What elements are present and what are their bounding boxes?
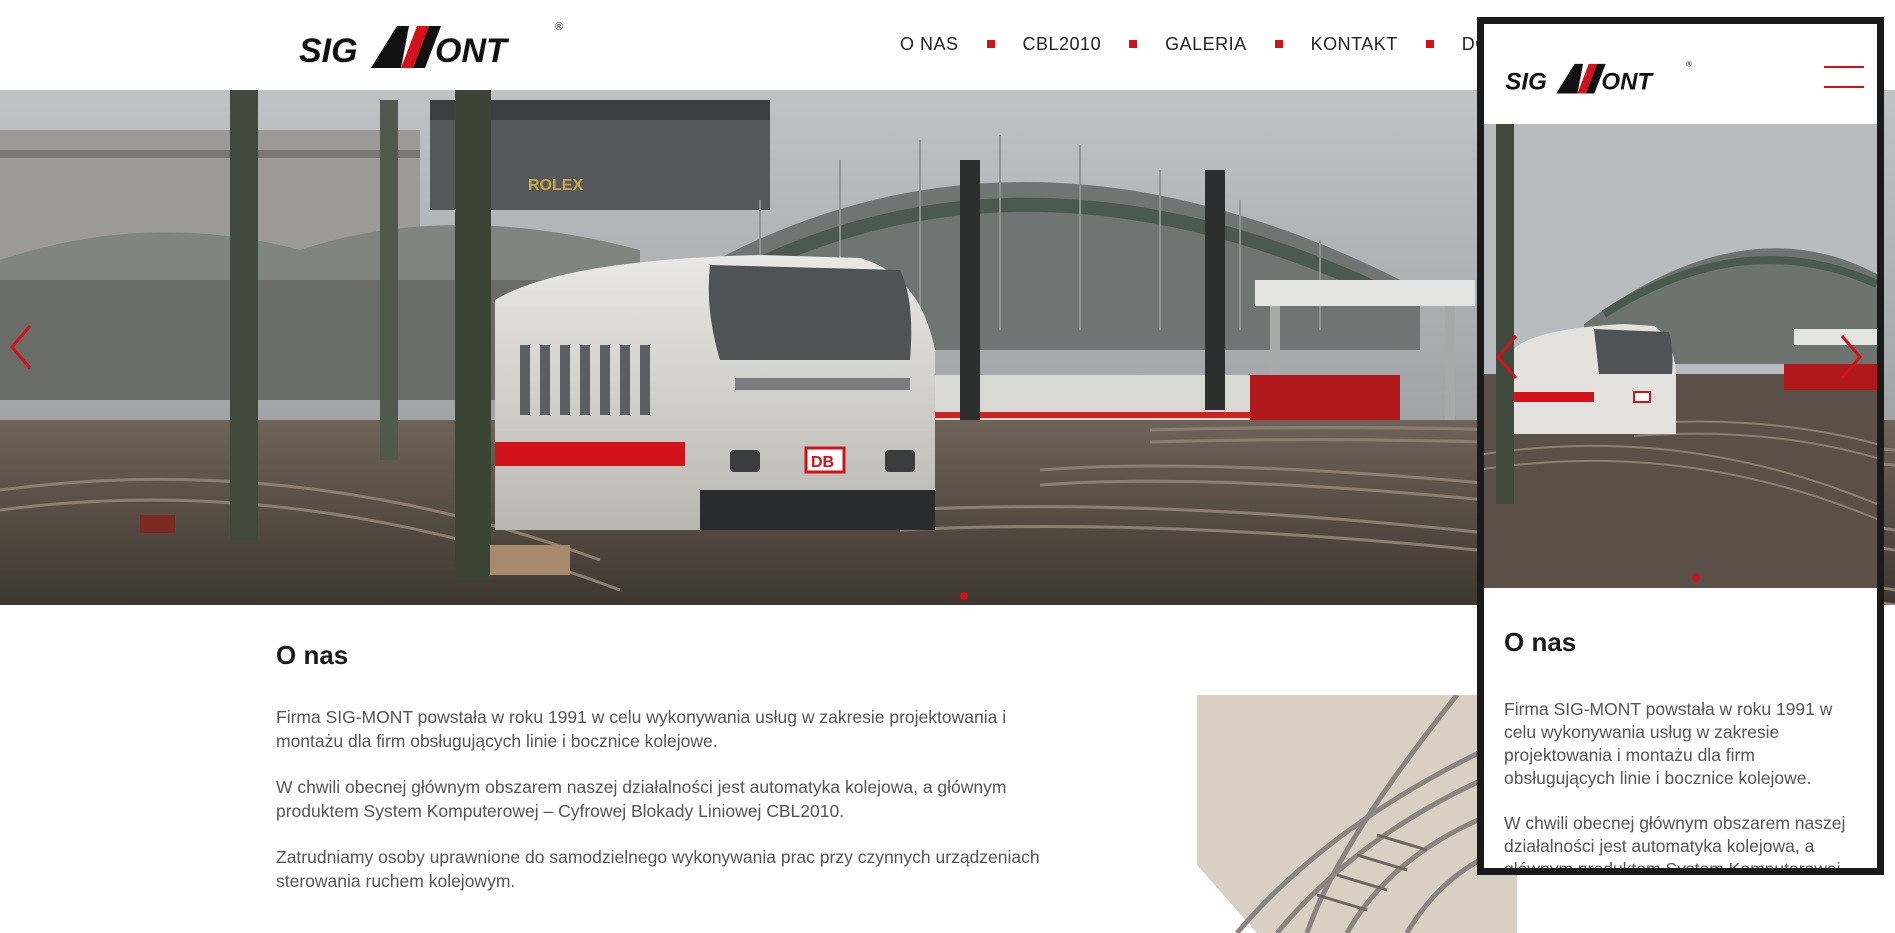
- chevron-left-icon: [10, 325, 32, 369]
- chevron-right-icon: [1840, 335, 1862, 379]
- chevron-left-icon: [1496, 335, 1518, 379]
- mobile-about-paragraph-2: W chwili obecnej głównym obszarem naszej…: [1504, 813, 1856, 875]
- about-paragraph-2: W chwili obecnej głównym obszarem naszej…: [276, 777, 1007, 821]
- nav-item-kontakt[interactable]: KONTAKT: [1311, 34, 1398, 55]
- slider-prev-button[interactable]: [6, 322, 36, 372]
- nav-item-o-nas[interactable]: O NAS: [900, 34, 959, 55]
- about-section: O nas Firma SIG-MONT powstała w roku 199…: [276, 640, 1076, 893]
- sigmont-logo[interactable]: SIG ONT ®: [297, 18, 569, 74]
- nav-item-cbl2010[interactable]: CBL2010: [1023, 34, 1102, 55]
- about-paragraph-1: Firma SIG-MONT powstała w roku 1991 w ce…: [276, 707, 1007, 751]
- rail-switch-photo: [1197, 695, 1517, 933]
- mobile-slider-next-button[interactable]: [1836, 332, 1866, 382]
- mobile-about-title: O nas: [1504, 627, 1576, 658]
- mobile-header: SIG ONT ®: [1484, 24, 1877, 124]
- mobile-about-paragraph-1: Firma SIG-MONT powstała w roku 1991 w ce…: [1504, 699, 1833, 788]
- train-station-photo-mobile: [1484, 124, 1877, 588]
- sigmont-logo-mobile[interactable]: SIG ONT ®: [1504, 58, 1696, 98]
- mobile-slider-dot-active[interactable]: [1692, 574, 1700, 582]
- mobile-about-title-text: O nas: [1504, 627, 1577, 657]
- about-title-text: O nas: [276, 640, 349, 670]
- station-sign-text: ROLEX: [528, 177, 583, 194]
- mobile-preview-frame: SIG ONT ® O nas Firma SIG-MONT powstała …: [1477, 17, 1884, 875]
- svg-text:SIG: SIG: [1505, 68, 1546, 95]
- mobile-slider-prev-button[interactable]: [1492, 332, 1522, 382]
- about-title: O nas: [276, 640, 348, 671]
- registered-mark-mobile: ®: [1686, 60, 1692, 69]
- svg-text:SIG: SIG: [299, 32, 358, 70]
- about-paragraph-3: Zatrudniamy osoby uprawnione do samodzie…: [276, 847, 1040, 891]
- nav-separator: [1425, 40, 1434, 48]
- nav-item-galeria[interactable]: GALERIA: [1165, 34, 1247, 55]
- mobile-hero-slider: [1484, 124, 1877, 588]
- svg-text:ONT: ONT: [1601, 68, 1654, 95]
- slider-dot-active[interactable]: [960, 592, 968, 600]
- nav-separator: [1274, 40, 1283, 48]
- registered-mark: ®: [555, 21, 563, 33]
- nav-separator: [1129, 40, 1138, 48]
- train-badge: DB: [811, 454, 834, 471]
- mobile-about-section: O nas Firma SIG-MONT powstała w roku 199…: [1504, 627, 1864, 875]
- nav-separator: [986, 40, 995, 48]
- svg-text:ONT: ONT: [435, 32, 510, 70]
- hamburger-menu-icon[interactable]: [1824, 66, 1864, 88]
- main-nav: O NAS CBL2010 GALERIA KONTAKT DO: [900, 30, 1490, 58]
